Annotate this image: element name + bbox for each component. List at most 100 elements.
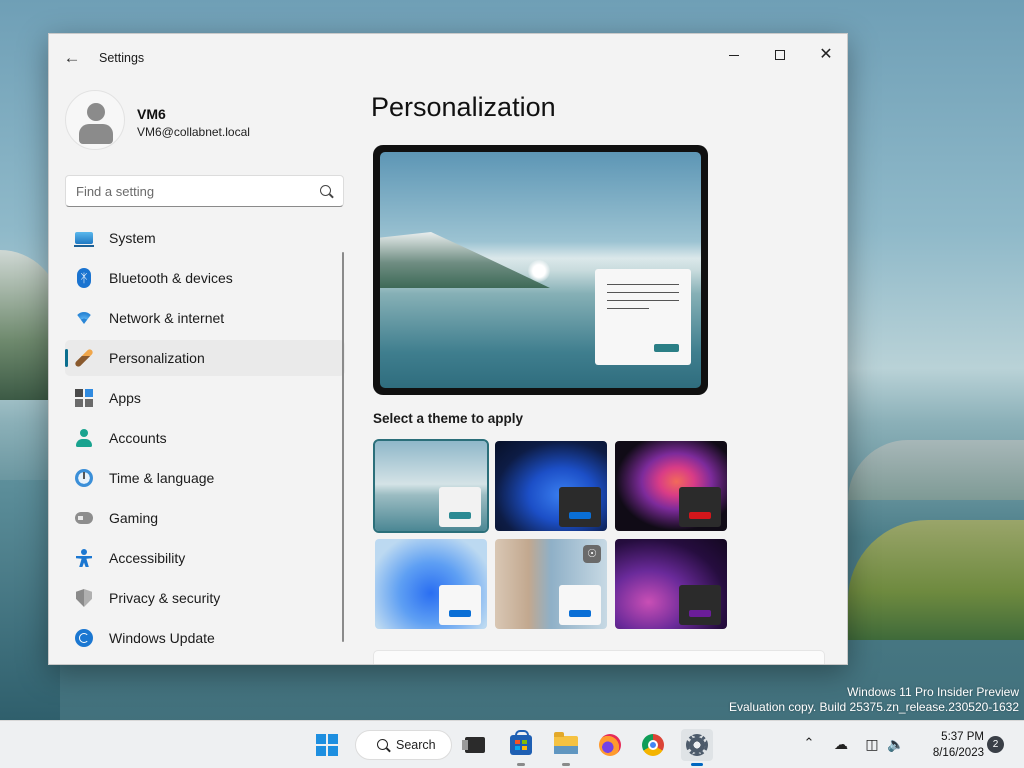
theme-accent-swatch: [449, 610, 471, 617]
taskbar-search[interactable]: Search: [355, 730, 452, 760]
evaluation-watermark: Windows 11 Pro Insider Preview Evaluatio…: [729, 685, 1019, 715]
volume-icon[interactable]: 🔈: [886, 735, 906, 753]
sidebar-item-label: Accounts: [109, 430, 167, 446]
sidebar-item-windows-update[interactable]: Windows Update: [65, 620, 345, 656]
theme-tile-5[interactable]: ☉: [495, 539, 607, 629]
file-explorer-icon: [554, 732, 578, 754]
notification-badge[interactable]: 2: [987, 736, 1004, 753]
taskbar: Search ⌃ ☁ ◫ 🔈 5:37 PM 8/16/2023 2: [0, 720, 1024, 768]
preview-sun: [528, 260, 550, 282]
settings-icon: [686, 734, 708, 756]
theme-accent-swatch: [689, 610, 711, 617]
search-icon: [377, 739, 388, 750]
wifi-icon: [75, 312, 93, 324]
settings-window: ← Settings ✕ VM6 VM6@collabnet.local Sys…: [48, 33, 848, 665]
theme-preview: [373, 145, 708, 395]
search-icon[interactable]: [320, 185, 331, 196]
task-view-button[interactable]: [459, 729, 491, 761]
sidebar-item-label: Gaming: [109, 510, 159, 526]
paintbrush-icon: [74, 348, 94, 368]
apps-icon: [75, 389, 93, 407]
sidebar-scrollbar[interactable]: [342, 252, 344, 642]
sidebar-item-accessibility[interactable]: Accessibility: [65, 540, 345, 576]
search-box[interactable]: [65, 175, 344, 207]
sidebar-item-personalization[interactable]: Personalization: [65, 340, 345, 376]
sidebar-item-label: Windows Update: [109, 630, 215, 646]
chevron-up-icon[interactable]: ⌃: [802, 736, 816, 750]
chrome-icon: [642, 734, 664, 756]
theme-accent-swatch: [569, 512, 591, 519]
theme-mini-window: [679, 585, 721, 625]
avatar[interactable]: [65, 90, 125, 150]
sidebar-item-label: Privacy & security: [109, 590, 221, 606]
sidebar-item-privacy[interactable]: Privacy & security: [65, 580, 345, 616]
sidebar-nav: System ᛡ Bluetooth & devices Network & i…: [65, 220, 345, 660]
desktop-hill-right: [848, 440, 1024, 500]
preview-line: [607, 292, 679, 293]
watermark-line-2: Evaluation copy. Build 25375.zn_release.…: [729, 700, 1019, 714]
theme-tile-6[interactable]: [615, 539, 727, 629]
preview-accent-button: [654, 344, 679, 352]
sidebar-item-system[interactable]: System: [65, 220, 345, 256]
running-indicator: [517, 763, 525, 766]
preview-window-card: [595, 269, 691, 365]
person-icon: [75, 429, 93, 447]
bluetooth-icon: ᛡ: [77, 268, 91, 288]
theme-heading: Select a theme to apply: [373, 411, 524, 426]
preview-line: [607, 308, 649, 309]
theme-tile-2[interactable]: [495, 441, 607, 531]
settings-taskbar-button[interactable]: [681, 729, 713, 766]
start-button[interactable]: [311, 729, 343, 761]
theme-accent-swatch: [569, 610, 591, 617]
theme-tile-1[interactable]: [373, 439, 489, 533]
preview-line: [607, 284, 679, 285]
search-input[interactable]: [66, 176, 306, 206]
sidebar-item-label: Personalization: [109, 350, 205, 366]
title-bar[interactable]: ← Settings ✕: [49, 34, 847, 80]
update-icon: [75, 629, 93, 647]
back-arrow-icon[interactable]: ←: [61, 48, 83, 68]
sidebar-item-label: Time & language: [109, 470, 215, 486]
page-title: Personalization: [371, 92, 556, 122]
system-icon: [74, 232, 94, 247]
app-title: Settings: [99, 51, 145, 65]
task-view-icon: [462, 737, 485, 753]
sidebar-item-label: Network & internet: [109, 310, 225, 326]
theme-tile-3[interactable]: [615, 441, 727, 531]
sidebar-item-label: System: [109, 230, 156, 246]
minimize-button[interactable]: [711, 40, 757, 70]
theme-tile-4[interactable]: [375, 539, 487, 629]
clock[interactable]: 5:37 PM 8/16/2023: [916, 729, 984, 761]
sidebar-item-network[interactable]: Network & internet: [65, 300, 345, 336]
user-name: VM6: [137, 106, 166, 122]
sidebar-item-bluetooth[interactable]: ᛡ Bluetooth & devices: [65, 260, 345, 296]
close-button[interactable]: ✕: [803, 40, 847, 70]
network-icon[interactable]: ◫: [862, 735, 882, 753]
sidebar-item-gaming[interactable]: Gaming: [65, 500, 345, 536]
firefox-button[interactable]: [594, 729, 626, 761]
cloud-offline-icon[interactable]: ☁: [831, 735, 851, 753]
maximize-button[interactable]: [757, 40, 803, 70]
avatar-body: [79, 124, 113, 144]
sidebar-item-time-language[interactable]: Time & language: [65, 460, 345, 496]
preview-line: [607, 300, 679, 301]
sidebar-item-apps[interactable]: Apps: [65, 380, 345, 416]
shield-icon: [76, 589, 92, 607]
clock-globe-icon: [75, 469, 93, 487]
file-explorer-button[interactable]: [550, 729, 582, 766]
maximize-icon: [775, 50, 785, 60]
clock-time: 5:37 PM: [941, 731, 984, 743]
settings-card-partial[interactable]: [373, 650, 825, 664]
running-indicator: [562, 763, 570, 766]
desktop-grass-right: [848, 520, 1024, 640]
theme-mini-window: [559, 487, 601, 527]
dynamic-theme-icon: ☉: [583, 545, 601, 563]
chrome-button[interactable]: [637, 729, 669, 761]
theme-mini-window: [679, 487, 721, 527]
sidebar-item-label: Apps: [109, 390, 141, 406]
store-button[interactable]: [505, 729, 537, 766]
start-icon: [316, 734, 338, 756]
minimize-icon: [729, 54, 739, 56]
gamepad-icon: [75, 512, 93, 524]
sidebar-item-accounts[interactable]: Accounts: [65, 420, 345, 456]
